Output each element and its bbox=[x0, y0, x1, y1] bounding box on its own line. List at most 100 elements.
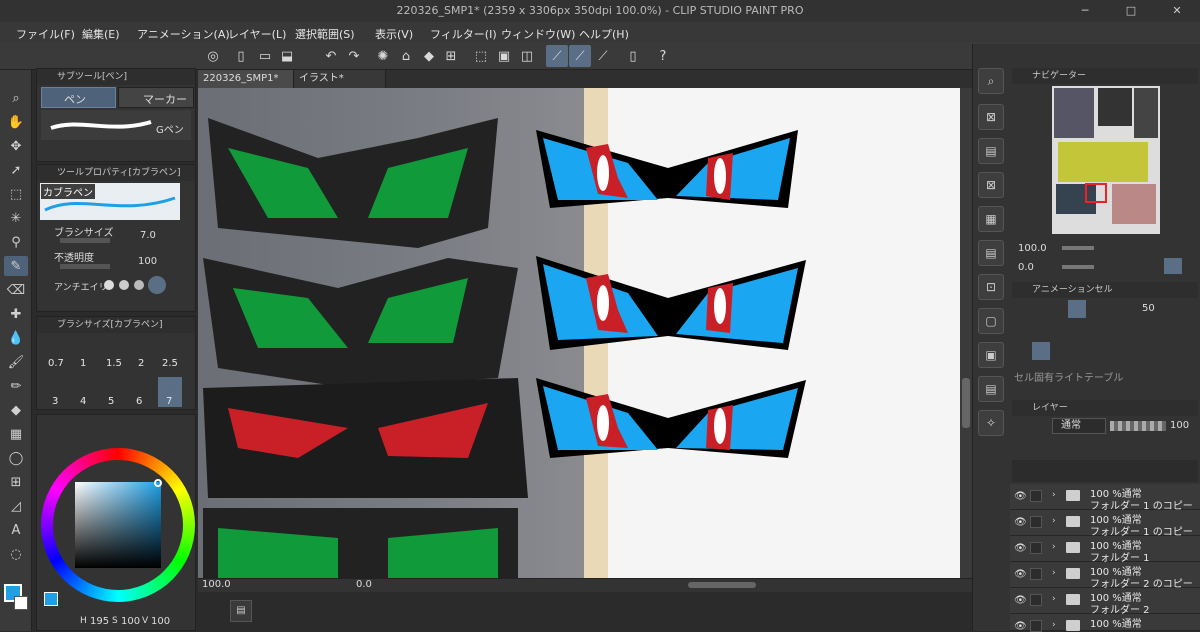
brush-tool-icon[interactable]: 🖌 bbox=[4, 352, 28, 372]
material-icon-5[interactable]: ▤ bbox=[978, 240, 1004, 266]
color-picker-cursor[interactable] bbox=[154, 479, 162, 487]
eraser-tool-icon[interactable]: ⌫ bbox=[4, 280, 28, 300]
size-1[interactable]: 1 bbox=[80, 358, 86, 369]
size-2[interactable]: 2 bbox=[138, 358, 144, 369]
search-icon[interactable]: ⌕ bbox=[978, 68, 1004, 94]
size-1-5[interactable]: 1.5 bbox=[106, 358, 122, 369]
balloon-tool-icon[interactable]: ◌ bbox=[4, 544, 28, 564]
material-icon-4[interactable]: ▦ bbox=[978, 206, 1004, 232]
size-0-7[interactable]: 0.7 bbox=[48, 358, 64, 369]
layer-opacity-value[interactable]: 100 bbox=[1170, 420, 1189, 431]
layer-lock-checkbox[interactable] bbox=[1030, 516, 1042, 528]
subtool-tab-pen[interactable]: ペン bbox=[41, 87, 116, 108]
material-icon-6[interactable]: ⊡ bbox=[978, 274, 1004, 300]
minimize-button[interactable]: ─ bbox=[1062, 0, 1108, 22]
color-main-swatch-small[interactable] bbox=[44, 592, 58, 606]
fill-tool-icon[interactable]: ◆ bbox=[4, 400, 28, 420]
snap-ruler-icon[interactable]: ⟋ bbox=[546, 45, 568, 67]
brush-size-slider[interactable] bbox=[60, 238, 110, 243]
doc-tab-active[interactable]: 220326_SMP1* bbox=[198, 70, 294, 88]
material-icon-7[interactable]: ▢ bbox=[978, 308, 1004, 334]
eye-icon[interactable]: 👁 bbox=[1014, 543, 1027, 554]
layer-lock-checkbox[interactable] bbox=[1030, 490, 1042, 502]
animation-opacity[interactable]: 50 bbox=[1142, 303, 1155, 314]
size-4[interactable]: 4 bbox=[80, 396, 86, 407]
snap-grid-icon[interactable]: ⟋ bbox=[592, 45, 614, 67]
antialias-weak-icon[interactable] bbox=[119, 280, 129, 290]
pencil-tool-icon[interactable]: ✏ bbox=[4, 376, 28, 396]
layer-item[interactable]: 👁 › 100 %通常 bbox=[1010, 614, 1200, 632]
size-6[interactable]: 6 bbox=[136, 396, 142, 407]
timeline-toggle-icon[interactable]: ▤ bbox=[230, 600, 252, 622]
ruler-tool-icon[interactable]: ◿ bbox=[4, 496, 28, 516]
clip-studio-icon[interactable]: ◎ bbox=[202, 45, 224, 67]
navigator-zoom[interactable]: 100.0 bbox=[1018, 243, 1047, 254]
layer-lock-checkbox[interactable] bbox=[1030, 542, 1042, 554]
menu-file[interactable]: ファイル(F) bbox=[16, 26, 75, 42]
invert-selection-icon[interactable]: ◫ bbox=[516, 45, 538, 67]
canvas-angle-value[interactable]: 0.0 bbox=[356, 579, 372, 590]
save-icon[interactable]: ⬓ bbox=[276, 45, 298, 67]
frame-tool-icon[interactable]: ⊞ bbox=[4, 472, 28, 492]
auto-select-tool-icon[interactable]: ✳ bbox=[4, 208, 28, 228]
eye-icon[interactable]: 👁 bbox=[1014, 569, 1027, 580]
layer-lock-checkbox[interactable] bbox=[1030, 594, 1042, 606]
layer-item[interactable]: 👁 › 100 %通常 フォルダー 2 bbox=[1010, 588, 1200, 616]
vertical-scroll-thumb[interactable] bbox=[962, 378, 970, 428]
fill-icon[interactable]: ◆ bbox=[418, 45, 440, 67]
brush-size-value[interactable]: 7.0 bbox=[140, 230, 156, 241]
saturation-value-square[interactable] bbox=[75, 482, 161, 568]
antialias-strong-icon[interactable] bbox=[148, 276, 166, 294]
eye-icon[interactable]: 👁 bbox=[1014, 491, 1027, 502]
move-tool-icon[interactable]: ✥ bbox=[4, 136, 28, 156]
menu-selection[interactable]: 選択範囲(S) bbox=[295, 26, 355, 42]
menu-filter[interactable]: フィルター(I) bbox=[430, 26, 497, 42]
antialias-none-icon[interactable] bbox=[104, 280, 114, 290]
size-3[interactable]: 3 bbox=[52, 396, 58, 407]
navigator-zoom-slider[interactable] bbox=[1062, 246, 1094, 250]
doc-tab-illust[interactable]: イラスト* bbox=[294, 70, 386, 88]
figure-tool-icon[interactable]: ◯ bbox=[4, 448, 28, 468]
chevron-right-icon[interactable]: › bbox=[1052, 542, 1056, 552]
open-file-icon[interactable]: ▭ bbox=[254, 45, 276, 67]
chevron-right-icon[interactable]: › bbox=[1052, 490, 1056, 500]
layer-opacity-slider[interactable] bbox=[1110, 421, 1166, 431]
clear-icon[interactable]: ⌂ bbox=[395, 45, 417, 67]
layer-lock-checkbox[interactable] bbox=[1030, 620, 1042, 632]
deselect-icon[interactable]: ▣ bbox=[493, 45, 515, 67]
menu-view[interactable]: 表示(V) bbox=[375, 26, 413, 42]
select-all-icon[interactable]: ⬚ bbox=[470, 45, 492, 67]
menu-help[interactable]: ヘルプ(H) bbox=[579, 26, 629, 42]
close-button[interactable]: ✕ bbox=[1154, 0, 1200, 22]
layer-item[interactable]: 👁 › 100 %通常 フォルダー 1 のコピー bbox=[1010, 510, 1200, 538]
help-icon[interactable]: ? bbox=[652, 45, 674, 67]
horizontal-scroll-thumb[interactable] bbox=[688, 582, 756, 588]
device-icon[interactable]: ▯ bbox=[622, 45, 644, 67]
material-icon-8[interactable]: ▣ bbox=[978, 342, 1004, 368]
canvas[interactable] bbox=[198, 88, 960, 578]
navigator-angle[interactable]: 0.0 bbox=[1018, 262, 1034, 273]
blend-tool-icon[interactable]: 💧 bbox=[4, 328, 28, 348]
canvas-zoom-value[interactable]: 100.0 bbox=[202, 579, 231, 590]
undo-icon[interactable]: ↶ bbox=[320, 45, 342, 67]
menu-animation[interactable]: アニメーション(A) bbox=[137, 26, 230, 42]
loading-icon[interactable]: ✺ bbox=[372, 45, 394, 67]
new-file-icon[interactable]: ▯ bbox=[230, 45, 252, 67]
material-icon-9[interactable]: ▤ bbox=[978, 376, 1004, 402]
transform-icon[interactable]: ⊞ bbox=[440, 45, 462, 67]
light-table-icon[interactable] bbox=[1068, 300, 1086, 318]
size-5[interactable]: 5 bbox=[108, 396, 114, 407]
opacity-value[interactable]: 100 bbox=[138, 256, 157, 267]
layer-lock-checkbox[interactable] bbox=[1030, 568, 1042, 580]
selection-tool-icon[interactable]: ⬚ bbox=[4, 184, 28, 204]
menu-layer[interactable]: レイヤー(L) bbox=[228, 26, 286, 42]
maximize-button[interactable]: □ bbox=[1108, 0, 1154, 22]
opacity-slider[interactable] bbox=[60, 264, 110, 269]
eye-icon[interactable]: 👁 bbox=[1014, 517, 1027, 528]
size-7[interactable]: 7 bbox=[166, 396, 172, 407]
layer-item[interactable]: 👁 › 100 %通常フォルダー 1 のコピー 2 bbox=[1010, 484, 1200, 523]
size-2-5[interactable]: 2.5 bbox=[162, 358, 178, 369]
navigator-preview[interactable] bbox=[1052, 86, 1160, 234]
antialias-medium-icon[interactable] bbox=[134, 280, 144, 290]
layer-item[interactable]: 👁 › 100 %通常 フォルダー 2 のコピー bbox=[1010, 562, 1200, 590]
